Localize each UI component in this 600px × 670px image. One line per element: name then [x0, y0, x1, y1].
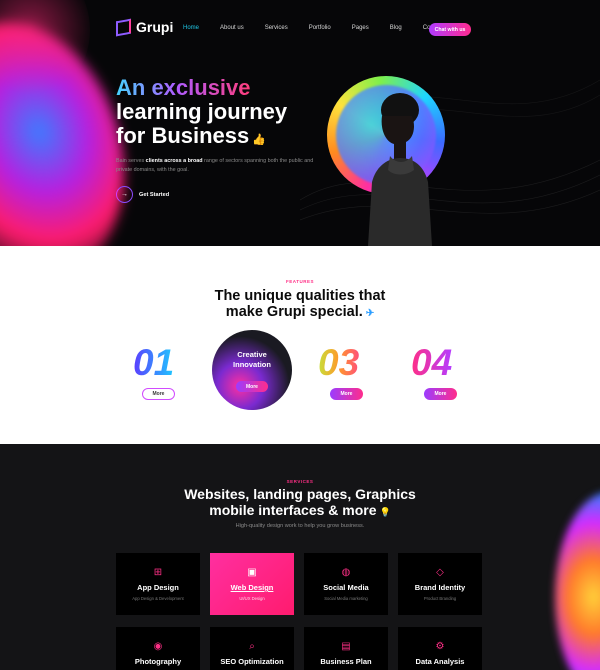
feature-number-03: 03 [318, 342, 360, 383]
top-nav: Grupi Home About us Services Portfolio P… [0, 0, 600, 56]
diamond-icon: ◇ [436, 567, 444, 578]
hero-title-line2: learning journey [116, 99, 288, 124]
service-card-title: Web Design [230, 583, 274, 592]
document-icon: ▤ [341, 641, 351, 652]
feature-02-more-button[interactable]: More [236, 381, 268, 392]
gear-icon: ⚙ [435, 641, 445, 652]
service-card-subtitle: Product Branding [423, 596, 457, 601]
hero-title-line3: for Business [116, 123, 250, 148]
service-card-subtitle: UI/UX Design [239, 596, 265, 601]
service-card-business-plan[interactable]: ▤ Business Plan [304, 627, 388, 670]
hero-description: Bain serves clients across a broad range… [116, 157, 316, 175]
feature-number-04: 04 [411, 342, 453, 383]
service-card-title: Social Media [323, 583, 369, 592]
service-card-data-analysis[interactable]: ⚙ Data Analysis [398, 627, 482, 670]
services-title: Websites, landing pages, Graphics mobile… [0, 486, 600, 520]
service-card-title: SEO Optimization [220, 657, 284, 666]
service-card-photography[interactable]: ◉ Photography [116, 627, 200, 670]
services-title-line2: mobile interfaces & more [209, 502, 377, 518]
nav-link-blog[interactable]: Blog [390, 25, 402, 31]
features-title-line1: The unique qualities that [214, 288, 386, 304]
feature-circle-label-line1: Creative [237, 350, 267, 359]
service-card-app-design[interactable]: ⊞ App Design App Design & Development [116, 553, 200, 615]
chat-with-us-button[interactable]: Chat with us [429, 23, 471, 36]
hero-section: Grupi Home About us Services Portfolio P… [0, 0, 600, 246]
person-silhouette-image [368, 93, 432, 246]
page: Grupi Home About us Services Portfolio P… [0, 0, 600, 670]
service-card-title: Photography [134, 657, 182, 666]
feature-circle-label: Creative Innovation [212, 350, 292, 370]
grid-icon: ⊞ [153, 567, 163, 578]
service-card-title: Data Analysis [415, 657, 465, 666]
nav-link-portfolio[interactable]: Portfolio [309, 25, 331, 31]
nav-link-home[interactable]: Home [183, 25, 199, 31]
image-icon: ▣ [247, 567, 257, 578]
nav-link-pages[interactable]: Pages [352, 25, 369, 31]
service-card-subtitle: Social Media marketing [324, 596, 368, 601]
feature-number-01: 01 [133, 342, 175, 383]
hero-desc-text: Bain serves [116, 158, 146, 164]
nav-link-services[interactable]: Services [265, 25, 288, 31]
camera-icon: ◉ [153, 641, 163, 652]
feature-creative-innovation-card[interactable]: Creative Innovation More [212, 330, 292, 410]
service-card-web-design[interactable]: ▣ Web Design UI/UX Design [210, 553, 294, 615]
hero-desc-bold: clients across a broad [145, 158, 203, 164]
services-eyebrow: SERVICES [286, 479, 314, 484]
get-started-button[interactable]: → Get Started [116, 186, 169, 203]
service-card-subtitle: App Design & Development [132, 596, 184, 601]
services-subtitle: High-quality design work to help you gro… [235, 523, 365, 529]
service-card-title: App Design [137, 583, 179, 592]
nav-link-about[interactable]: About us [220, 25, 244, 31]
hero-title-highlight: An exclusive [116, 75, 251, 100]
lightbulb-icon: 💡 [379, 507, 391, 517]
service-card-brand-identity[interactable]: ◇ Brand Identity Product Branding [398, 553, 482, 615]
brand-logo[interactable]: Grupi [116, 18, 174, 36]
service-card-social-media[interactable]: ◍ Social Media Social Media marketing [304, 553, 388, 615]
service-card-title: Business Plan [320, 657, 372, 666]
feature-01-more-button[interactable]: More [142, 388, 175, 400]
thumbs-up-icon: 👍 [252, 134, 266, 146]
features-title-line2: make Grupi special. [225, 304, 363, 320]
features-section: FEATURES The unique qualities that make … [0, 246, 600, 444]
service-card-title: Brand Identity [414, 583, 466, 592]
paper-plane-icon: ✈ [365, 308, 375, 319]
features-eyebrow: FEATURES [286, 279, 314, 284]
hero-title: An exclusive learning journey for Busine… [116, 76, 287, 152]
arrow-right-icon: → [116, 186, 133, 203]
logo-icon [116, 18, 131, 36]
services-title-line1: Websites, landing pages, Graphics [184, 486, 416, 502]
globe-icon: ◍ [341, 567, 351, 578]
feature-circle-label-line2: Innovation [233, 360, 271, 369]
feature-04-more-button[interactable]: More [424, 388, 457, 400]
service-card-seo-optimization[interactable]: ⌕ SEO Optimization [210, 627, 294, 670]
features-title: The unique qualities that make Grupi spe… [0, 288, 600, 322]
get-started-label: Get Started [139, 191, 170, 198]
feature-03-more-button[interactable]: More [330, 388, 363, 400]
brand-name: Grupi [136, 19, 174, 35]
search-icon: ⌕ [249, 641, 255, 652]
services-section: SERVICES Websites, landing pages, Graphi… [0, 444, 600, 670]
